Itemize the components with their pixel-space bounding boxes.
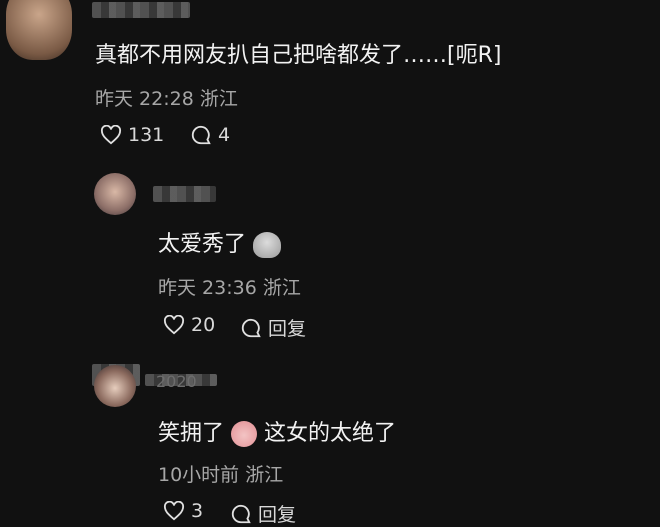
comment-bubble-icon [241,318,261,337]
username-blurred[interactable] [153,186,216,202]
avatar[interactable] [94,365,136,407]
reply-count-button[interactable]: 4 [190,124,230,146]
reply-count: 4 [218,124,231,146]
comment-text: 笑拥了 这女的太绝了 [158,415,396,447]
like-count: 131 [128,124,165,146]
heart-icon [100,125,122,145]
comment-meta: 昨天 23:36 浙江 [158,277,301,299]
blushing-face-emoji-icon [231,421,258,447]
avatar[interactable] [6,0,72,60]
comment-meta: 昨天 22:28 浙江 [95,88,238,110]
comment-text-content-2: 这女的太绝了 [264,421,397,446]
ghost-emoji-icon [253,232,282,258]
username[interactable]: 2020 [156,372,197,391]
username-blurred[interactable] [92,2,190,18]
heart-icon [163,315,185,335]
reply-label: 回复 [268,318,307,340]
reply-label: 回复 [258,504,297,526]
avatar[interactable] [94,173,136,215]
like-button[interactable]: 3 [163,500,203,522]
comment-text: 真都不用网友扒自己把啥都发了……[呃R] [95,43,502,68]
heart-icon [163,501,185,521]
reply-button[interactable]: 回复 [230,500,296,527]
like-count: 20 [191,314,216,336]
comment-bubble-icon [231,504,251,523]
like-button[interactable]: 20 [163,314,215,336]
like-count: 3 [191,500,204,522]
like-button[interactable]: 131 [100,124,164,146]
comment-text-content: 笑拥了 [158,421,225,446]
comment-bubble-icon [191,125,211,145]
comment-text-content: 太爱秀了 [158,232,247,257]
comment-text: 太爱秀了 [158,226,282,258]
reply-button[interactable]: 回复 [240,314,306,341]
comment-meta: 10小时前 浙江 [158,464,284,486]
